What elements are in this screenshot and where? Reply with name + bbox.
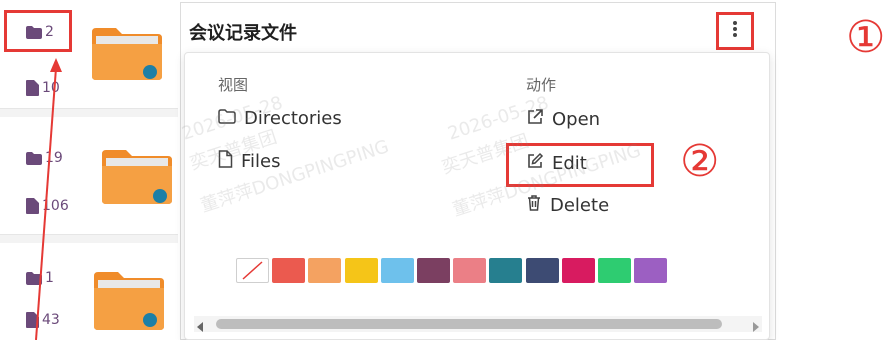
annotation-highlight-box: [506, 143, 654, 187]
menu-item-label: Files: [241, 151, 281, 172]
trash-icon: [526, 194, 542, 217]
color-swatch[interactable]: [634, 258, 668, 283]
color-swatch[interactable]: [380, 258, 414, 283]
color-swatch[interactable]: [308, 258, 342, 283]
color-swatch[interactable]: [453, 258, 487, 283]
color-swatch[interactable]: [561, 258, 595, 283]
card-menu-button[interactable]: [716, 12, 754, 50]
menu-item-label: Open: [552, 109, 601, 130]
menu-item-label: Directories: [244, 108, 342, 129]
menu-item-delete[interactable]: Delete: [526, 194, 609, 217]
action-section-header: 动作: [526, 76, 557, 94]
color-swatch[interactable]: [417, 258, 450, 283]
color-swatch[interactable]: [344, 258, 378, 283]
color-swatch[interactable]: [598, 258, 631, 283]
color-swatch[interactable]: [525, 258, 559, 283]
scroll-left-arrow-icon[interactable]: [196, 318, 204, 337]
menu-item-directories[interactable]: Directories: [218, 108, 342, 129]
kebab-menu-icon: [732, 20, 738, 42]
scrollbar-thumb[interactable]: [216, 319, 722, 329]
card-title: 会议记录文件: [189, 23, 297, 44]
color-swatch[interactable]: [272, 258, 306, 283]
file-outline-icon: [218, 150, 233, 173]
menu-item-open[interactable]: Open: [526, 108, 600, 131]
menu-item-label: Delete: [550, 195, 610, 216]
scroll-right-arrow-icon[interactable]: [752, 318, 760, 337]
annotation-number-two: ②: [680, 136, 720, 187]
view-section-header: 视图: [218, 76, 249, 94]
folder-outline-icon: [218, 108, 236, 129]
color-swatch-none[interactable]: [236, 258, 269, 283]
annotation-number-one: ①: [846, 12, 886, 63]
external-link-icon: [526, 108, 544, 131]
color-swatch[interactable]: [489, 258, 523, 283]
menu-item-files[interactable]: Files: [218, 150, 281, 173]
card-dropdown-menu: [184, 52, 770, 340]
